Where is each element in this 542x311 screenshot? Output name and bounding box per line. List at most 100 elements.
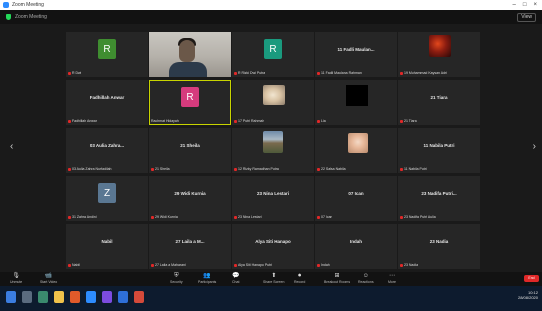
breakout-rooms-label: Breakout Rooms [324,280,351,284]
participant-name: 29 Widi Kurnia [155,215,178,219]
previous-page-icon[interactable]: ‹ [10,142,13,152]
participant-label: 31 Zahra Andini [68,215,97,219]
start-video-button[interactable]: 📹 Start Video [40,273,57,284]
breakout-rooms-button[interactable]: ⊞ Breakout Rooms [324,273,350,284]
muted-mic-icon [68,167,71,171]
next-page-icon[interactable]: › [533,142,536,152]
participant-tile[interactable]: 19 Muhammad Kaysan Adri [398,32,480,77]
maximize-icon[interactable]: □ [523,2,527,8]
participant-tile[interactable]: 03 Aulia Zahra... 03 Aulia Zahra Nurfadil… [66,128,148,173]
participant-name: 11 Fadli Maulana Rahman [321,71,362,75]
reactions-button[interactable]: ☺ Reactions [358,273,374,284]
participant-tile[interactable]: 12 Rizky Ramadhan Putra [232,128,314,173]
participant-tile[interactable]: 11 Fadli Maulan... 11 Fadli Maulana Rahma… [315,32,397,77]
share-screen-button[interactable]: ⬆ Share Screen [263,273,284,284]
participant-label: 11 Fadli Maulana Rahman [317,71,362,75]
participant-tile[interactable]: 27 Laila a M... 27 Laila a Maharani [149,224,231,269]
app-icon[interactable] [102,291,112,303]
security-button[interactable]: ⛨ Security [170,273,183,284]
file-explorer-icon[interactable] [54,291,64,303]
participant-tile[interactable]: Indah Indah [315,224,397,269]
participant-label: Alya Siti Hanapo Putri [234,263,272,267]
participant-display-name: 29 Widi Kurnia [174,191,206,196]
participant-display-name: 11 Nabila Putri [423,143,455,148]
participant-tile[interactable]: R R Rizki Dwi Putra [232,32,314,77]
muted-mic-icon [400,215,403,219]
participant-tile[interactable]: 29 Widi Kurnia 29 Widi Kurnia [149,176,231,221]
participant-tile[interactable]: Nabil Nabil [66,224,148,269]
participant-label: 23 Nina Lestari [234,215,262,219]
zoom-app-icon[interactable] [86,291,96,303]
powerpoint-icon[interactable] [134,291,144,303]
muted-mic-icon [400,119,403,123]
security-label: Security [170,280,183,284]
participant-tile[interactable]: Lia [315,80,397,125]
participant-gallery: R R Dwi R R Rizki Dwi Putra 11 Fadli Maulan.… [66,32,484,269]
participant-label: Rachmat Hidayah [151,119,179,123]
participant-tile[interactable]: R R Dwi [66,32,148,77]
participant-name: Indah [321,263,330,267]
participant-label: 27 Laila a Maharani [151,263,186,267]
chat-button[interactable]: 💬 Chat [232,273,239,284]
participants-button[interactable]: 👥 Participants [198,273,216,284]
participant-display-name: Fadhillah Anwar [89,95,125,100]
participant-name: 12 Rizky Ramadhan Putra [238,167,279,171]
participant-tile[interactable]: 23 Nina Lestari 23 Nina Lestari [232,176,314,221]
muted-mic-icon [400,167,403,171]
search-icon[interactable] [22,291,32,303]
participant-display-name: 21 Tiara [430,95,448,100]
meeting-toolbar: End 🎙 Unmute 📹 Start Video ⛨ Security 👥 Partici… [0,272,542,286]
participant-tile[interactable] [149,32,231,77]
participant-tile[interactable]: Fadhillah Anwar Fadhillah Anwar [66,80,148,125]
participant-tile[interactable]: 17 Putri Rahmah [232,80,314,125]
participant-tile[interactable]: 11 Nabila Putri 11 Nabila Putri [398,128,480,173]
participant-label: Nabil [68,263,80,267]
participant-name: Lia [321,119,326,123]
shield-icon: ⛨ [174,273,179,279]
participant-tile[interactable]: R Rachmat Hidayah [149,80,231,125]
more-button[interactable]: ⋯ More [388,273,396,284]
start-video-label: Start Video [40,280,58,284]
participant-profile-photo [429,35,451,57]
participant-tile[interactable]: 21 Tiara 21 Tiara [398,80,480,125]
share-screen-label: Share Screen [263,280,285,284]
participant-tile[interactable]: 23 Nadifa Putri... 23 Nadifa Putri Aulia [398,176,480,221]
participant-tile[interactable]: 23 Nadia 23 Nadia [398,224,480,269]
chat-icon: 💬 [232,273,240,279]
browser-icon[interactable] [70,291,80,303]
participant-name: 23 Nadia [404,263,419,267]
unmute-button[interactable]: 🎙 Unmute [10,273,22,284]
participant-name: R Dwi [72,71,82,75]
close-icon[interactable]: × [533,2,537,8]
participant-label: R Rizki Dwi Putra [234,71,265,75]
muted-mic-icon [234,119,237,123]
participant-tile[interactable]: 22 Salsa Nabila [315,128,397,173]
view-button[interactable]: View [517,12,536,22]
participant-label: 23 Nadifa Putri Aulia [400,215,436,219]
participant-display-name: 11 Fadli Maulan... [337,47,375,52]
record-button[interactable]: ⏺ Record [294,273,305,284]
participants-label: Participants [198,280,217,284]
muted-mic-icon [68,71,71,75]
start-menu-icon[interactable] [6,291,16,303]
participant-tile[interactable]: 21 Sheila 21 Sheila [149,128,231,173]
participant-profile-photo [263,85,285,105]
unmute-label: Unmute [10,280,23,284]
participant-label: 21 Sheila [151,167,170,171]
participant-tile[interactable]: Z 31 Zahra Andini [66,176,148,221]
meeting-info-shield-icon[interactable] [6,14,11,20]
participant-label: Lia [317,119,326,123]
participant-display-name: 23 Nadia [429,239,449,244]
end-meeting-button[interactable]: End [524,275,539,282]
meeting-label: Zoom Meeting [15,14,47,20]
participant-tile[interactable]: 07 Ican 07 Ican [315,176,397,221]
word-icon[interactable] [118,291,128,303]
task-view-icon[interactable] [38,291,48,303]
participant-name: 03 Aulia Zahra Nurfadilah [72,167,112,171]
microphone-icon: 🎙 [12,273,20,279]
minimize-icon[interactable]: – [513,2,516,8]
participant-tile[interactable]: Alya Siti Hanapo Alya Siti Hanapo Putri [232,224,314,269]
system-tray: 10:12 28/08/2020 [518,290,538,300]
participant-display-name: Indah [350,239,362,244]
participant-name: Rachmat Hidayah [151,119,179,123]
